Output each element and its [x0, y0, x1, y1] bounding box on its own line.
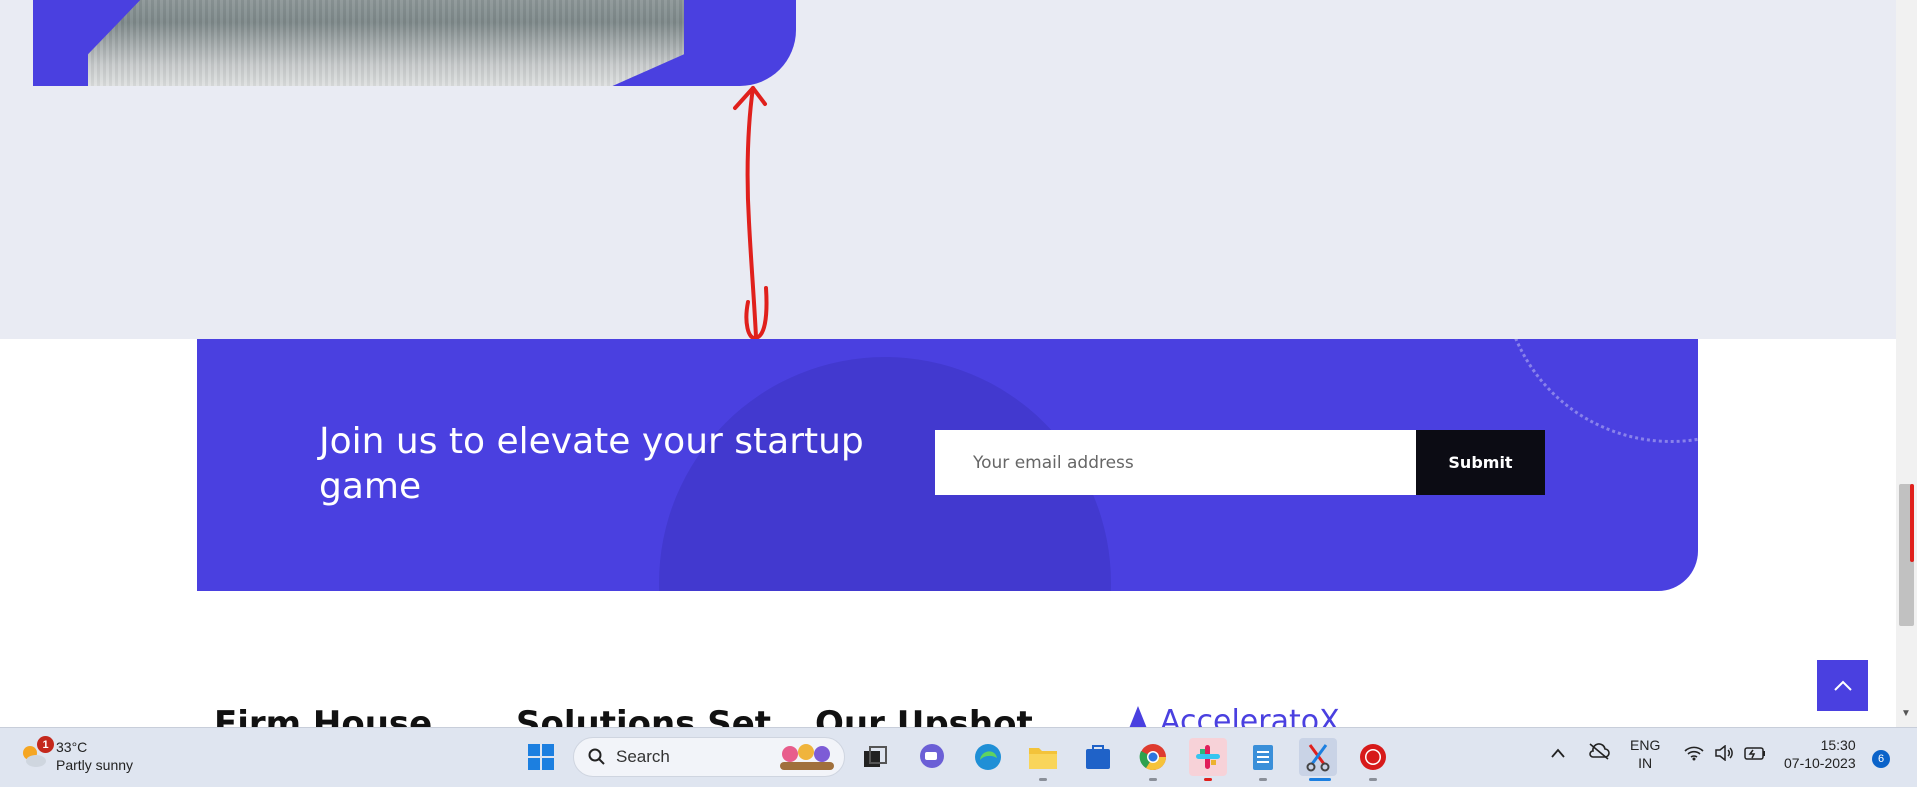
running-indicator	[1259, 778, 1267, 781]
running-indicator	[1204, 778, 1212, 781]
scroll-down-icon[interactable]: ▼	[1901, 708, 1911, 719]
taskbar-search[interactable]: Search	[573, 737, 845, 777]
running-indicator	[1369, 778, 1377, 781]
system-status-group[interactable]	[1684, 745, 1766, 761]
region-code: IN	[1638, 755, 1653, 771]
store-icon	[1086, 745, 1110, 769]
edge-button[interactable]	[969, 738, 1007, 776]
clock-time: 15:30	[1820, 737, 1856, 753]
newsletter-banner: Join us to elevate your startup game Sub…	[197, 339, 1698, 591]
chat-icon	[920, 744, 944, 768]
decorative-dotted-arc	[1501, 339, 1698, 443]
feature-image-card	[33, 0, 796, 86]
start-button[interactable]	[522, 738, 560, 776]
task-view-button[interactable]	[856, 738, 894, 776]
teams-chat-button[interactable]	[913, 738, 951, 776]
edge-icon	[975, 744, 1001, 770]
slack-icon	[1196, 745, 1220, 769]
file-explorer-button[interactable]	[1024, 738, 1062, 776]
content-section	[0, 0, 1896, 339]
running-indicator	[1039, 778, 1047, 781]
snipping-tool-button[interactable]	[1299, 738, 1337, 776]
battery-icon	[1744, 747, 1765, 760]
chrome-icon	[1139, 744, 1167, 771]
show-hidden-icons-button[interactable]	[1551, 744, 1565, 762]
footer-headings: Firm House Solutions Set Our Upshot Acce…	[214, 704, 1414, 727]
footer-logo[interactable]: AcceleratoX	[1124, 704, 1340, 727]
double-arrow-annotation	[733, 86, 769, 341]
logo-mark-icon	[1129, 706, 1147, 727]
slack-button[interactable]	[1189, 738, 1227, 776]
recorder-button[interactable]	[1354, 738, 1392, 776]
chevron-up-icon	[1551, 748, 1565, 758]
chrome-button[interactable]	[1134, 738, 1172, 776]
weather-condition: Partly sunny	[56, 757, 134, 773]
store-button[interactable]	[1079, 738, 1117, 776]
newsletter-title: Join us to elevate your startup game	[319, 421, 864, 507]
weather-temperature: 33°C	[56, 739, 88, 755]
weather-badge: 1	[37, 736, 54, 753]
search-label: Search	[616, 747, 670, 766]
email-input[interactable]	[935, 430, 1416, 495]
windows-taskbar: 1 33°C Partly sunny Search ENG IN 15:30 …	[0, 727, 1917, 787]
clock-date: 07-10-2023	[1784, 755, 1856, 771]
snipping-tool-icon	[1306, 744, 1330, 772]
chevron-up-icon	[1833, 680, 1852, 691]
concrete-photo	[88, 0, 684, 86]
notepad-button[interactable]	[1244, 738, 1282, 776]
page-scrollbar[interactable]: ▼	[1896, 0, 1917, 727]
submit-button[interactable]: Submit	[1416, 430, 1545, 495]
record-icon	[1360, 744, 1386, 770]
web-page: Join us to elevate your startup game Sub…	[0, 0, 1896, 727]
notepad-icon	[1253, 745, 1273, 770]
running-indicator	[1149, 778, 1157, 781]
wifi-icon	[1684, 746, 1704, 761]
scroll-position-annotation	[1910, 484, 1914, 562]
weather-widget[interactable]: 1 33°C Partly sunny	[18, 736, 134, 774]
search-icon	[588, 748, 605, 765]
search-highlight-icon	[780, 744, 834, 770]
back-to-top-button[interactable]	[1817, 660, 1868, 711]
language-code: ENG	[1630, 737, 1661, 753]
footer-heading-firm-house: Firm House	[214, 704, 433, 727]
onedrive-button[interactable]	[1588, 742, 1610, 764]
cloud-offline-icon	[1589, 743, 1610, 760]
active-indicator	[1309, 778, 1331, 781]
language-indicator[interactable]: ENG IN	[1630, 736, 1660, 772]
clock[interactable]: 15:30 07-10-2023	[1784, 736, 1856, 772]
footer-heading-solutions-set: Solutions Set	[516, 704, 772, 727]
folder-icon	[1029, 748, 1057, 769]
windows-logo-icon	[528, 744, 554, 770]
logo-text: AcceleratoX	[1160, 704, 1340, 727]
notification-count-badge[interactable]: 6	[1872, 750, 1890, 768]
task-view-icon	[864, 746, 887, 767]
footer-heading-our-upshot: Our Upshot	[815, 704, 1033, 727]
volume-icon	[1715, 745, 1733, 761]
